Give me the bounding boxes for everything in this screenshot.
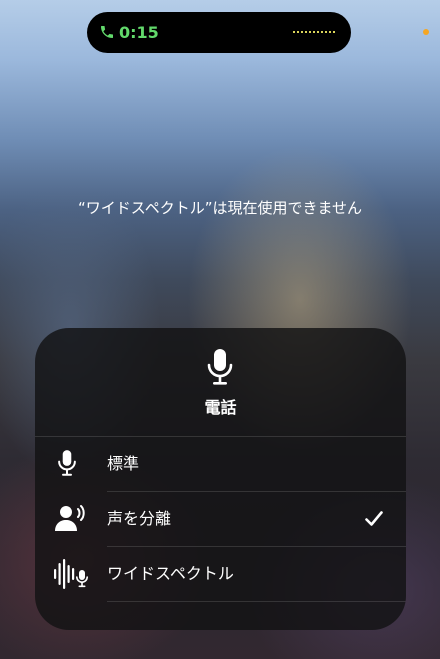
call-timer: 0:15 (119, 23, 159, 42)
mic-indicator-dot (423, 29, 429, 35)
waveform-icon (293, 31, 335, 33)
option-voice-isolation[interactable]: 声を分離 (35, 492, 406, 546)
panel-title: 電話 (204, 398, 237, 417)
unavailable-message: “ワイドスペクトル”は現在使用できません (77, 199, 363, 217)
mic-mode-panel: 電話 標準 声を分離 ワイドスペクトル (35, 328, 406, 630)
screen: { "status": { "call_timer": "0:15", "cal… (0, 0, 440, 659)
option-label: 標準 (107, 454, 140, 473)
voice-isolation-icon (55, 505, 85, 531)
phone-icon (101, 26, 113, 38)
dynamic-island-call-indicator[interactable]: 0:15 (87, 12, 351, 53)
option-label: 声を分離 (107, 509, 172, 528)
divider (107, 601, 406, 602)
checkmark-icon (365, 511, 383, 526)
option-label: ワイドスペクトル (107, 564, 234, 583)
option-standard[interactable]: 標準 (35, 437, 406, 491)
option-wide-spectrum[interactable]: ワイドスペクトル (35, 547, 406, 601)
microphone-icon (207, 349, 233, 385)
microphone-icon (58, 450, 76, 476)
wide-spectrum-icon (54, 559, 88, 589)
